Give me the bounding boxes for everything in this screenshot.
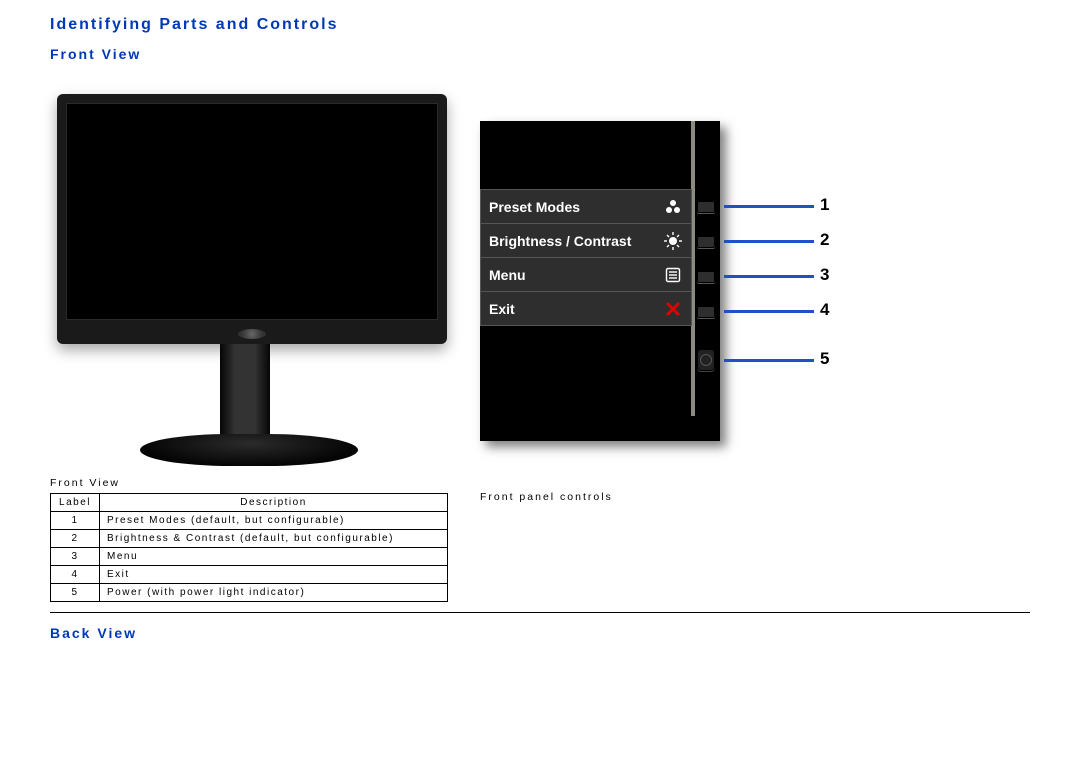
menu-icon bbox=[663, 265, 683, 285]
table-row: 4 Exit bbox=[51, 566, 448, 584]
table-cell-description: Exit bbox=[100, 566, 448, 584]
table-row: 1 Preset Modes (default, but configurabl… bbox=[51, 512, 448, 530]
callout-line bbox=[724, 359, 814, 362]
callout-line bbox=[724, 275, 814, 278]
callout-number: 1 bbox=[820, 195, 829, 215]
table-cell-label: 5 bbox=[51, 584, 100, 602]
table-cell-description: Preset Modes (default, but configurable) bbox=[100, 512, 448, 530]
page-title: Identifying Parts and Controls bbox=[50, 16, 1030, 34]
table-cell-label: 1 bbox=[51, 512, 100, 530]
osd-row-label: Menu bbox=[489, 267, 526, 283]
caption-front-view: Front View bbox=[50, 477, 120, 489]
exit-icon bbox=[663, 299, 683, 319]
controls-table: Label Description 1 Preset Modes (defaul… bbox=[50, 493, 448, 602]
table-row: 2 Brightness & Contrast (default, but co… bbox=[51, 530, 448, 548]
monitor-illustration bbox=[50, 76, 450, 471]
panel-button-1 bbox=[697, 201, 715, 213]
callout-line bbox=[724, 310, 814, 313]
figure-front-view: Front View Label Description 1 Preset Mo… bbox=[50, 76, 450, 602]
panel-button-2 bbox=[697, 236, 715, 248]
monitor-screen bbox=[66, 103, 438, 320]
figure-row: Front View Label Description 1 Preset Mo… bbox=[50, 76, 1030, 602]
panel-button-3 bbox=[697, 271, 715, 283]
callout-number: 3 bbox=[820, 265, 829, 285]
table-header-label: Label bbox=[51, 494, 100, 512]
osd-panel: Preset Modes Brightness / Contrast Menu bbox=[480, 121, 720, 441]
table-row: 5 Power (with power light indicator) bbox=[51, 584, 448, 602]
table-cell-description: Power (with power light indicator) bbox=[100, 584, 448, 602]
osd-row-preset-modes: Preset Modes bbox=[481, 190, 691, 224]
monitor-neck bbox=[220, 344, 270, 444]
callout-number: 4 bbox=[820, 300, 829, 320]
osd-illustration: Preset Modes Brightness / Contrast Menu bbox=[480, 121, 858, 441]
osd-row-exit: Exit bbox=[481, 292, 691, 325]
section-heading-back-view: Back View bbox=[50, 625, 1030, 641]
dell-logo-icon bbox=[238, 329, 266, 339]
osd-row-menu: Menu bbox=[481, 258, 691, 292]
preset-modes-icon bbox=[663, 197, 683, 217]
table-cell-label: 4 bbox=[51, 566, 100, 584]
callout-number: 5 bbox=[820, 349, 829, 369]
osd-row-label: Preset Modes bbox=[489, 199, 580, 215]
table-cell-label: 2 bbox=[51, 530, 100, 548]
osd-menu-box: Preset Modes Brightness / Contrast Menu bbox=[480, 189, 692, 326]
osd-row-label: Brightness / Contrast bbox=[489, 233, 631, 249]
table-cell-label: 3 bbox=[51, 548, 100, 566]
callout-line bbox=[724, 240, 814, 243]
callout-number: 2 bbox=[820, 230, 829, 250]
monitor-base bbox=[140, 434, 358, 466]
osd-row-brightness-contrast: Brightness / Contrast bbox=[481, 224, 691, 258]
table-cell-description: Brightness & Contrast (default, but conf… bbox=[100, 530, 448, 548]
panel-button-4 bbox=[697, 306, 715, 318]
panel-power-button bbox=[697, 349, 715, 371]
callout-line bbox=[724, 205, 814, 208]
section-heading-front-view: Front View bbox=[50, 46, 1030, 62]
figure-front-panel-controls: Preset Modes Brightness / Contrast Menu bbox=[480, 76, 858, 503]
table-cell-description: Menu bbox=[100, 548, 448, 566]
table-header-description: Description bbox=[100, 494, 448, 512]
caption-front-panel-controls: Front panel controls bbox=[480, 491, 613, 503]
table-row: 3 Menu bbox=[51, 548, 448, 566]
osd-row-label: Exit bbox=[489, 301, 515, 317]
section-divider bbox=[50, 612, 1030, 613]
monitor-body bbox=[57, 94, 447, 344]
brightness-contrast-icon bbox=[663, 231, 683, 251]
